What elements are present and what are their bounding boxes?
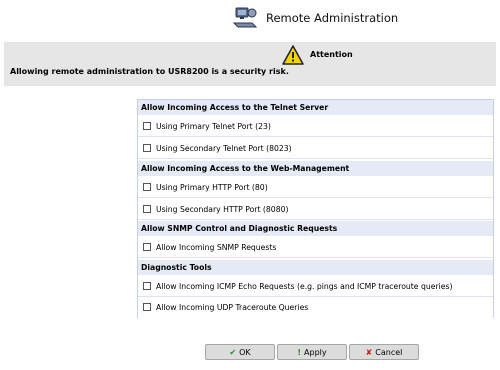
check-icon: ✔ xyxy=(229,348,237,357)
option-snmp-requests[interactable]: Allow Incoming SNMP Requests xyxy=(138,238,493,258)
option-primary-http[interactable]: Using Primary HTTP Port (80) xyxy=(138,178,493,198)
checkbox[interactable] xyxy=(143,303,151,311)
remote-admin-icon xyxy=(232,7,258,28)
cancel-label: Cancel xyxy=(375,348,403,357)
option-label: Allow Incoming UDP Traceroute Queries xyxy=(156,303,309,312)
checkbox[interactable] xyxy=(143,205,151,213)
option-label: Allow Incoming SNMP Requests xyxy=(156,243,277,252)
checkbox[interactable] xyxy=(143,122,151,130)
ok-button[interactable]: ✔ OK xyxy=(205,344,275,360)
x-icon: ✘ xyxy=(365,348,373,357)
page-title: Remote Administration xyxy=(266,11,399,25)
ok-label: OK xyxy=(239,348,251,357)
option-label: Using Primary HTTP Port (80) xyxy=(156,183,268,192)
attention-banner xyxy=(4,42,496,86)
section-header-diagnostic-tools: Diagnostic Tools xyxy=(138,260,493,275)
apply-button[interactable]: ! Apply xyxy=(277,344,347,360)
option-label: Using Secondary HTTP Port (8080) xyxy=(156,205,289,214)
attention-title: Attention xyxy=(310,50,353,59)
warning-icon xyxy=(282,45,304,65)
page-header: Remote Administration xyxy=(0,0,500,38)
option-udp-traceroute[interactable]: Allow Incoming UDP Traceroute Queries xyxy=(138,298,493,318)
option-secondary-http[interactable]: Using Secondary HTTP Port (8080) xyxy=(138,200,493,220)
option-icmp-echo[interactable]: Allow Incoming ICMP Echo Requests (e.g. … xyxy=(138,277,493,297)
section-header-web-management: Allow Incoming Access to the Web-Managem… xyxy=(138,161,493,176)
checkbox[interactable] xyxy=(143,282,151,290)
checkbox[interactable] xyxy=(143,243,151,251)
exclamation-icon: ! xyxy=(297,348,302,357)
option-label: Using Secondary Telnet Port (8023) xyxy=(156,144,292,153)
section-header-snmp: Allow SNMP Control and Diagnostic Reques… xyxy=(138,221,493,236)
option-primary-telnet[interactable]: Using Primary Telnet Port (23) xyxy=(138,117,493,137)
section-header-telnet: Allow Incoming Access to the Telnet Serv… xyxy=(138,100,493,115)
cancel-button[interactable]: ✘ Cancel xyxy=(349,344,419,360)
checkbox[interactable] xyxy=(143,183,151,191)
option-label: Using Primary Telnet Port (23) xyxy=(156,122,271,131)
option-label: Allow Incoming ICMP Echo Requests (e.g. … xyxy=(156,282,453,291)
apply-label: Apply xyxy=(304,348,327,357)
attention-message: Allowing remote administration to USR820… xyxy=(10,67,289,76)
option-secondary-telnet[interactable]: Using Secondary Telnet Port (8023) xyxy=(138,139,493,159)
checkbox[interactable] xyxy=(143,144,151,152)
